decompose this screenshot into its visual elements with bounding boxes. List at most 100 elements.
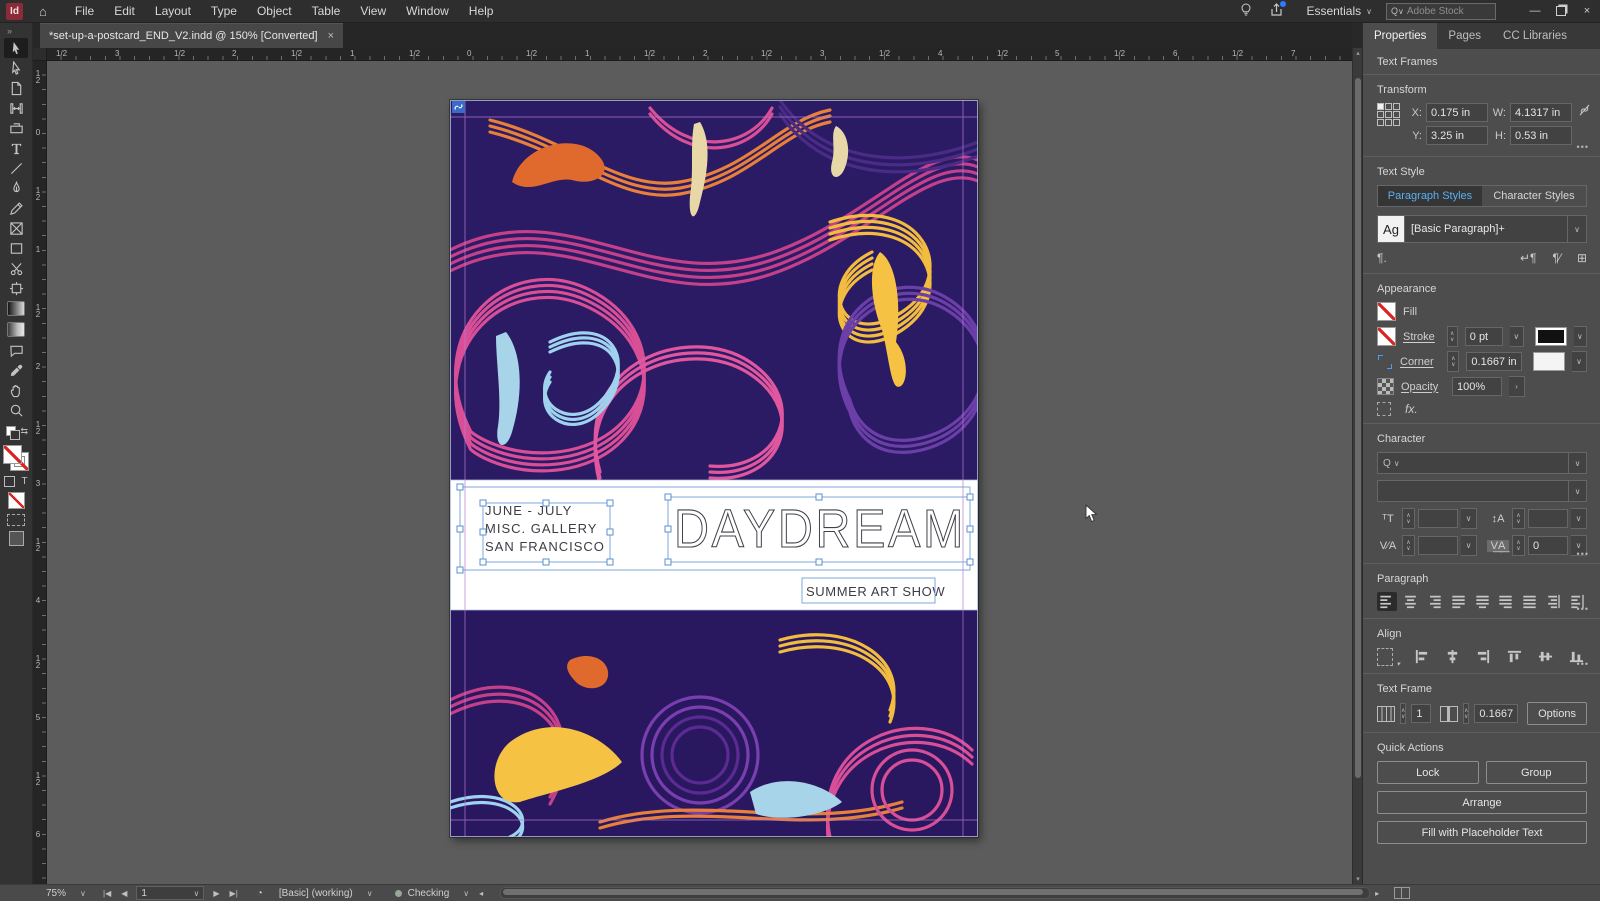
gutter-field[interactable]: 0.1667 bbox=[1474, 704, 1519, 723]
show-hidden-characters-icon[interactable]: ¶. bbox=[1377, 251, 1387, 265]
text-daydream-title[interactable]: DAYDREAM bbox=[673, 498, 966, 559]
arrange-button[interactable]: Arrange bbox=[1377, 791, 1587, 814]
minimize-button[interactable]: — bbox=[1522, 0, 1548, 22]
align-objects-left-button[interactable] bbox=[1411, 647, 1432, 666]
object-style-icon[interactable] bbox=[1377, 402, 1391, 416]
preflight-icon[interactable]: ◔ bbox=[257, 888, 263, 899]
scissors-tool[interactable] bbox=[4, 258, 28, 278]
text-city[interactable]: SAN FRANCISCO bbox=[485, 539, 605, 554]
columns-stepper[interactable]: ∧ ∨ bbox=[1400, 703, 1407, 724]
fill-stroke-proxy[interactable] bbox=[3, 445, 29, 471]
align-center-button[interactable] bbox=[1401, 592, 1421, 611]
rectangle-tool[interactable] bbox=[4, 238, 28, 258]
tab-cc-libraries[interactable]: CC Libraries bbox=[1492, 22, 1578, 49]
constrain-proportions-icon[interactable] bbox=[1578, 103, 1591, 120]
menu-item[interactable]: Edit bbox=[104, 4, 145, 18]
align-objects-top-button[interactable] bbox=[1504, 647, 1525, 666]
paragraph-styles-tab[interactable]: Paragraph Styles bbox=[1378, 186, 1482, 206]
zoom-tool[interactable] bbox=[4, 400, 28, 420]
gap-tool[interactable] bbox=[4, 98, 28, 118]
link-badge-icon[interactable] bbox=[452, 101, 465, 113]
more-options-icon[interactable]: ••• bbox=[1577, 659, 1589, 669]
scroll-left-icon[interactable]: ◂ bbox=[479, 889, 483, 898]
align-objects-center-h-button[interactable] bbox=[1442, 647, 1463, 666]
zoom-level-dropdown[interactable]: 75% ∨ bbox=[46, 888, 98, 899]
direct-selection-tool[interactable] bbox=[4, 58, 28, 78]
fill-swatch[interactable] bbox=[3, 445, 22, 464]
effects-icon[interactable]: fx. bbox=[1405, 402, 1418, 416]
formatting-affects-text-icon[interactable]: T bbox=[21, 476, 27, 487]
scroll-up-icon[interactable]: ▴ bbox=[1354, 49, 1362, 57]
kerning-control[interactable]: V⁄A ∧ ∨ ∨ bbox=[1377, 535, 1477, 556]
tab-close-icon[interactable]: × bbox=[328, 30, 334, 42]
chevron-down-icon[interactable]: ∨ bbox=[1568, 481, 1586, 501]
chevron-down-icon[interactable]: ∨ bbox=[1568, 453, 1586, 473]
panel-expand-icon[interactable]: » bbox=[0, 22, 32, 38]
menu-item[interactable]: View bbox=[350, 4, 396, 18]
corner-radius-field[interactable]: 0.1667 in bbox=[1466, 352, 1523, 371]
tracking-field[interactable]: 0 bbox=[1528, 536, 1568, 555]
tab-properties[interactable]: Properties bbox=[1363, 22, 1438, 49]
vertical-ruler[interactable]: 1 2 0 1 2 1 1 2 2 1 2 3 1 2 4 1 2 5 1 2 6 bbox=[32, 60, 47, 884]
opacity-field[interactable]: 100% bbox=[1452, 377, 1502, 396]
tracking-control[interactable]: V͟A͟ ∧ ∨ 0 ∨ bbox=[1487, 535, 1587, 556]
horizontal-scrollbar[interactable] bbox=[500, 887, 1371, 899]
scrollbar-thumb[interactable] bbox=[1355, 78, 1361, 778]
new-style-icon[interactable]: ⊞ bbox=[1577, 251, 1587, 265]
y-field[interactable]: 3.25 in bbox=[1426, 126, 1488, 145]
document-tab[interactable]: *set-up-a-postcard_END_V2.indd @ 150% [C… bbox=[40, 23, 344, 48]
chevron-down-icon[interactable]: ∨ bbox=[1567, 216, 1586, 242]
chevron-down-icon[interactable]: ∨ bbox=[1571, 508, 1587, 529]
pen-tool[interactable] bbox=[4, 178, 28, 198]
spread-view-icon[interactable] bbox=[1394, 887, 1411, 899]
align-toward-spine-button[interactable] bbox=[1543, 592, 1563, 611]
pasteboard[interactable]: .r{fill:none;stroke-linecap:round;stroke… bbox=[46, 60, 1352, 884]
more-options-icon[interactable]: ••• bbox=[1577, 604, 1589, 614]
page-number-field[interactable]: 1 ∨ bbox=[136, 886, 205, 900]
mini-fill-stroke[interactable]: ⇆ bbox=[4, 426, 28, 440]
free-transform-tool[interactable] bbox=[4, 278, 28, 298]
restore-button[interactable] bbox=[1548, 0, 1574, 22]
content-collector-tool[interactable] bbox=[4, 118, 28, 138]
leading-control[interactable]: ↕A ∧ ∨ ∨ bbox=[1487, 508, 1587, 529]
scroll-down-icon[interactable]: ▾ bbox=[1354, 875, 1362, 883]
scrollbar-thumb[interactable] bbox=[503, 889, 1364, 895]
align-to-selector[interactable] bbox=[1377, 647, 1400, 668]
redefine-style-icon[interactable]: ↵¶ bbox=[1520, 251, 1537, 265]
chevron-down-icon[interactable]: ∨ bbox=[1573, 326, 1588, 347]
corner-radius-stepper[interactable]: ∧ ∨ bbox=[1447, 351, 1460, 372]
first-page-button[interactable]: |◀ bbox=[103, 889, 111, 898]
font-size-field[interactable] bbox=[1418, 509, 1458, 528]
lock-button[interactable]: Lock bbox=[1377, 761, 1479, 784]
kerning-field[interactable] bbox=[1418, 536, 1458, 555]
menu-item[interactable]: Type bbox=[201, 4, 247, 18]
selection-tool[interactable] bbox=[4, 38, 28, 58]
page-tool[interactable] bbox=[4, 78, 28, 98]
hand-tool[interactable] bbox=[4, 380, 28, 400]
text-gallery[interactable]: MISC. GALLERY bbox=[485, 521, 597, 536]
text-frame-options-button[interactable]: Options bbox=[1527, 702, 1587, 725]
align-objects-center-v-button[interactable] bbox=[1535, 647, 1556, 666]
group-button[interactable]: Group bbox=[1485, 761, 1587, 784]
menu-item[interactable]: Window bbox=[396, 4, 459, 18]
illustration-top[interactable] bbox=[450, 100, 978, 484]
document-page[interactable]: .r{fill:none;stroke-linecap:round;stroke… bbox=[450, 100, 978, 837]
gutter-stepper[interactable]: ∧ ∨ bbox=[1463, 703, 1470, 724]
paragraph-style-dropdown[interactable]: Ag [Basic Paragraph]+ ∨ bbox=[1377, 215, 1587, 243]
character-styles-tab[interactable]: Character Styles bbox=[1482, 186, 1586, 206]
close-button[interactable]: × bbox=[1574, 0, 1600, 22]
corner-link[interactable]: Corner bbox=[1400, 356, 1440, 368]
horizontal-ruler[interactable]: 1/2 3 1/2 2 1/2 1 1/2 0 1/2 1 1/2 2 1/2 3 1/2 4 1/2 5 1/2 6… bbox=[46, 48, 1352, 61]
justify-left-button[interactable] bbox=[1448, 592, 1468, 611]
line-tool[interactable] bbox=[4, 158, 28, 178]
gradient-feather-tool[interactable] bbox=[7, 322, 25, 337]
text-dates[interactable]: JUNE - JULY bbox=[485, 503, 572, 518]
font-size-control[interactable]: ᵀT ∧ ∨ ∨ bbox=[1377, 508, 1477, 529]
type-tool[interactable] bbox=[4, 138, 28, 158]
menu-item[interactable]: Table bbox=[302, 4, 351, 18]
preflight-profile-dropdown[interactable]: [Basic] (working) ∨ bbox=[279, 888, 373, 899]
w-field[interactable]: 4.1317 in bbox=[1510, 103, 1572, 122]
opacity-link[interactable]: Opacity bbox=[1401, 381, 1445, 393]
ruler-origin-corner[interactable] bbox=[32, 48, 47, 61]
chevron-down-icon[interactable]: ∨ bbox=[1510, 326, 1524, 347]
